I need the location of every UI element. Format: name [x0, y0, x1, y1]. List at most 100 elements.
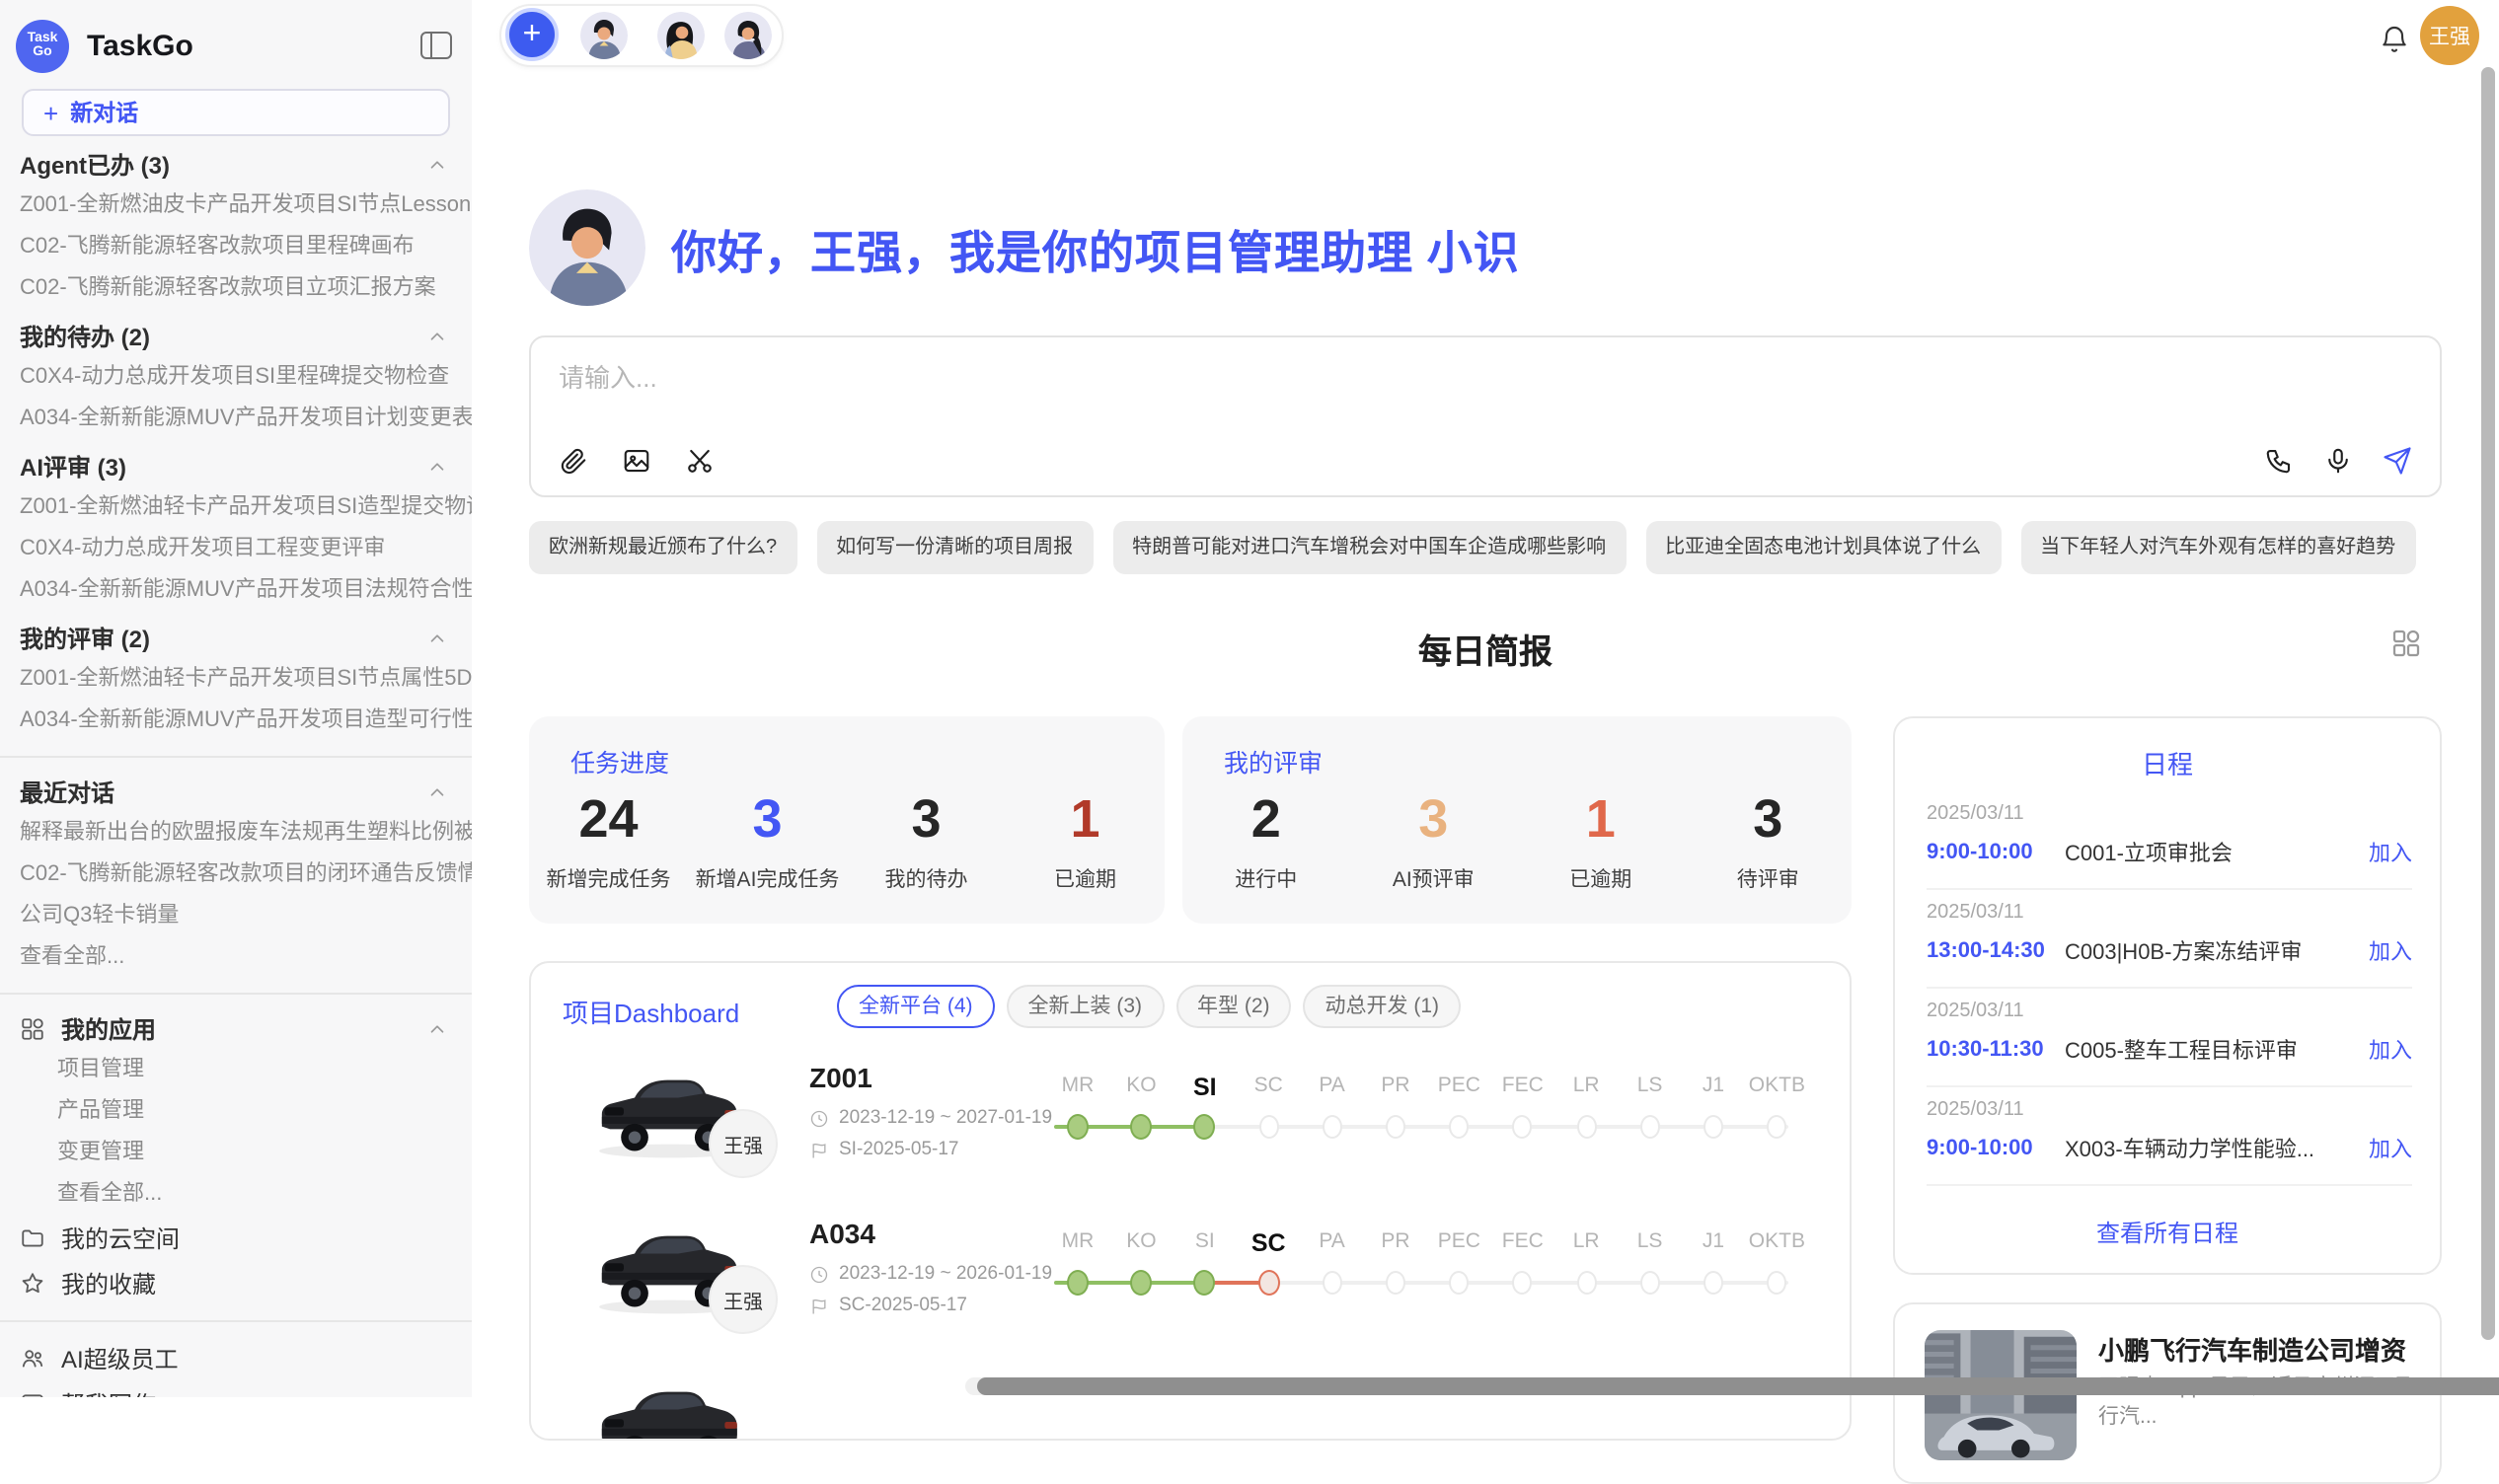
- event-join-link[interactable]: 加入: [2369, 837, 2412, 868]
- screenshot-scissors-icon[interactable]: [685, 446, 715, 476]
- chat-input[interactable]: [555, 353, 1944, 428]
- sidebar-conversation-item[interactable]: 变更管理: [0, 1133, 472, 1174]
- assistant-greeting-avatar: [529, 189, 645, 306]
- vertical-scrollbar-thumb[interactable]: [2481, 67, 2495, 1340]
- suggestion-chip[interactable]: 当下年轻人对汽车外观有怎样的喜好趋势: [2020, 521, 2415, 574]
- milestone-dot-LR[interactable]: [1576, 1271, 1596, 1295]
- notification-bell-icon[interactable]: [2379, 24, 2410, 55]
- section-header-my-review[interactable]: 我的评审 (2): [0, 618, 472, 659]
- milestone-dot-PEC[interactable]: [1449, 1271, 1469, 1295]
- sidebar-conversation-item[interactable]: A034-全新新能源MUV产品开发项目计划变更表编写: [0, 399, 472, 440]
- stat-AI预评审: 3AI预评审: [1350, 791, 1518, 894]
- voice-call-icon[interactable]: [2264, 446, 2294, 476]
- milestone-dot-PR[interactable]: [1386, 1271, 1405, 1295]
- suggestion-chips: 欧洲新规最近颁布了什么? 如何写一份清晰的项目周报特朗普可能对进口汽车增税会对中国…: [529, 521, 2454, 574]
- sidebar-conversation-item[interactable]: C02-飞腾新能源轻客改款项目里程碑画布: [0, 227, 472, 268]
- milestone-dot-LS[interactable]: [1640, 1115, 1660, 1139]
- attach-image-icon[interactable]: [622, 446, 651, 476]
- suggestion-chip[interactable]: 如何写一份清晰的项目周报: [816, 521, 1093, 574]
- sidebar-conversation-item[interactable]: 项目管理: [0, 1050, 472, 1091]
- stat-value: 3: [1685, 791, 1853, 847]
- sidebar-conversation-item[interactable]: Z001-全新燃油皮卡产品开发项目SI节点Lesson Learn报告: [0, 186, 472, 227]
- send-icon[interactable]: [2383, 446, 2412, 476]
- horizontal-scrollbar[interactable]: [965, 1377, 2499, 1395]
- dashboard-tab[interactable]: 全新上装 (3): [1007, 985, 1165, 1028]
- milestone-dot-SI[interactable]: [1194, 1114, 1216, 1140]
- sidebar-item-help-me-write[interactable]: 帮我写作: [0, 1381, 472, 1397]
- user-avatar[interactable]: 王强: [2420, 6, 2479, 65]
- milestone-dot-PEC[interactable]: [1449, 1115, 1469, 1139]
- milestone-dot-LR[interactable]: [1576, 1115, 1596, 1139]
- milestone-dot-FEC[interactable]: [1513, 1115, 1533, 1139]
- milestone-dot-SI[interactable]: [1194, 1270, 1216, 1296]
- milestone-dot-OKTB[interactable]: [1767, 1271, 1786, 1295]
- dashboard-tabs: 全新平台 (4) 全新上装 (3)年型 (2) 动总开发 (1): [837, 985, 1461, 1028]
- assistant-avatar-3[interactable]: [724, 12, 772, 59]
- milestone-dot-MR[interactable]: [1067, 1270, 1089, 1296]
- horizontal-scrollbar-thumb[interactable]: [977, 1377, 2499, 1395]
- sidebar-item-my-favorites[interactable]: 我的收藏: [0, 1261, 472, 1306]
- view-all-schedule-link[interactable]: 查看所有日程: [1895, 1216, 2440, 1249]
- clock-icon: [809, 1108, 829, 1128]
- milestone-dot-MR[interactable]: [1067, 1114, 1089, 1140]
- suggestion-chip[interactable]: 特朗普可能对进口汽车增税会对中国车企造成哪些影响: [1112, 521, 1626, 574]
- collapse-sidebar-icon[interactable]: [420, 32, 452, 59]
- dashboard-tab[interactable]: 年型 (2): [1175, 985, 1292, 1028]
- sidebar-conversation-item[interactable]: C02-飞腾新能源轻客改款项目的闭环通告反馈情况: [0, 854, 472, 896]
- milestone-dot-FEC[interactable]: [1513, 1271, 1533, 1295]
- milestone-label-KO: KO: [1126, 1074, 1156, 1097]
- sidebar-conversation-item[interactable]: 产品管理: [0, 1091, 472, 1133]
- chevron-up-icon: [426, 1018, 448, 1040]
- section-header-recent-chats[interactable]: 最近对话: [0, 772, 472, 813]
- milestone-dot-PR[interactable]: [1386, 1115, 1405, 1139]
- sidebar-conversation-item[interactable]: Z001-全新燃油轻卡产品开发项目SI节点属性5D文件评审: [0, 659, 472, 701]
- milestone-dot-PA[interactable]: [1323, 1271, 1342, 1295]
- project-code[interactable]: Z001: [809, 1062, 872, 1093]
- event-join-link[interactable]: 加入: [2369, 1034, 2412, 1066]
- sidebar-item-ai-super-staff[interactable]: AI超级员工: [0, 1336, 472, 1381]
- sidebar-conversation-item[interactable]: C0X4-动力总成开发项目工程变更评审: [0, 529, 472, 570]
- assistant-avatar-2[interactable]: [657, 12, 705, 59]
- suggestion-chip[interactable]: 比亚迪全固态电池计划具体说了什么: [1645, 521, 2001, 574]
- sidebar-item-my-cloud-space[interactable]: 我的云空间: [0, 1216, 472, 1261]
- sidebar-conversation-item[interactable]: A034-全新新能源MUV产品开发项目造型可行性评审: [0, 701, 472, 742]
- milestone-label-SI: SI: [1193, 1074, 1217, 1101]
- project-code[interactable]: A034: [809, 1218, 875, 1249]
- dashboard-tab[interactable]: 动总开发 (1): [1304, 985, 1462, 1028]
- milestone-label-SI: SI: [1195, 1229, 1215, 1253]
- milestone-dot-J1[interactable]: [1704, 1271, 1723, 1295]
- sidebar-conversation-item[interactable]: 查看全部...: [0, 1174, 472, 1216]
- milestone-dot-SC[interactable]: [1258, 1115, 1278, 1139]
- section-header-ai-review[interactable]: AI评审 (3): [0, 446, 472, 487]
- add-assistant-button[interactable]: +: [505, 8, 559, 61]
- milestone-dot-SC[interactable]: [1257, 1270, 1279, 1296]
- milestone-dot-PA[interactable]: [1323, 1115, 1342, 1139]
- new-chat-label: 新对话: [70, 97, 138, 128]
- event-join-link[interactable]: 加入: [2369, 1133, 2412, 1164]
- attach-file-icon[interactable]: [559, 446, 588, 476]
- microphone-icon[interactable]: [2323, 446, 2353, 476]
- sidebar-conversation-item[interactable]: A034-全新新能源MUV产品开发项目法规符合性评审: [0, 570, 472, 612]
- section-header-my-todo[interactable]: 我的待办 (2): [0, 316, 472, 357]
- milestone-dot-KO[interactable]: [1130, 1114, 1152, 1140]
- section-header-my-apps[interactable]: 我的应用: [0, 1008, 472, 1050]
- dashboard-tab[interactable]: 全新平台 (4): [837, 985, 995, 1028]
- sidebar-conversation-item[interactable]: 查看全部...: [0, 937, 472, 979]
- section-header-agent-done[interactable]: Agent已办 (3): [0, 144, 472, 186]
- sidebar-conversation-item[interactable]: 公司Q3轻卡销量: [0, 896, 472, 937]
- briefing-layout-grid-icon[interactable]: [2390, 628, 2422, 659]
- new-chat-button[interactable]: + 新对话: [22, 89, 450, 136]
- schedule-event: 2025/03/1113:00-14:30C003|H0B-方案冻结评审加入: [1927, 890, 2412, 989]
- sidebar-conversation-item[interactable]: Z001-全新燃油轻卡产品开发项目SI造型提交物评审: [0, 487, 472, 529]
- sidebar-conversation-item[interactable]: 解释最新出台的欧盟报废车法规再生塑料比例被调至15%...: [0, 813, 472, 854]
- event-join-link[interactable]: 加入: [2369, 935, 2412, 967]
- milestone-dot-J1[interactable]: [1704, 1115, 1723, 1139]
- suggestion-chip[interactable]: 欧洲新规最近颁布了什么?: [529, 521, 796, 574]
- sidebar-conversation-item[interactable]: C02-飞腾新能源轻客改款项目立项汇报方案: [0, 268, 472, 310]
- milestone-dot-OKTB[interactable]: [1767, 1115, 1786, 1139]
- milestone-dot-LS[interactable]: [1640, 1271, 1660, 1295]
- flag-icon: [809, 1140, 829, 1159]
- sidebar-conversation-item[interactable]: C0X4-动力总成开发项目SI里程碑提交物检查: [0, 357, 472, 399]
- assistant-avatar-1[interactable]: [580, 12, 628, 59]
- milestone-dot-KO[interactable]: [1130, 1270, 1152, 1296]
